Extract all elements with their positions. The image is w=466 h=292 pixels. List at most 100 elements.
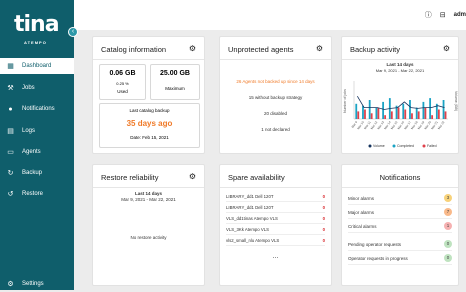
row-label: Pending operator requests bbox=[348, 241, 402, 247]
spare-row[interactable]: LIBRARY_dd1 Dell 120T 0 bbox=[226, 192, 325, 202]
gear-icon[interactable]: ⚙ bbox=[443, 44, 450, 53]
restore-icon: ↺ bbox=[7, 191, 14, 198]
unprotected-warning[interactable]: 26 Agents not backed up since 14 days bbox=[220, 79, 331, 84]
spare-row[interactable]: vls2_small_nlu Atempo VLS 0 bbox=[226, 236, 325, 246]
top-bar: ⓘ ⊟ adm bbox=[74, 0, 466, 30]
unprotected-agents-card: Unprotected agents ⚙ 26 Agents not backe… bbox=[219, 36, 332, 154]
last-backup-label: Last catalog backup bbox=[129, 108, 170, 113]
spare-count: 0 bbox=[322, 216, 325, 221]
legend-swatch bbox=[422, 144, 426, 148]
user-name[interactable]: adm bbox=[454, 12, 466, 18]
sidebar: tina ATEMPO ▦ Dashboard ⚒ Jobs ● Notific… bbox=[0, 0, 74, 290]
completed-bar bbox=[442, 100, 445, 119]
failed-bar bbox=[377, 107, 380, 119]
spare-name: LIBRARY_dd1 Dell 120T bbox=[226, 194, 274, 199]
gear-icon: ⚙ bbox=[7, 281, 14, 288]
failed-bar bbox=[397, 107, 400, 119]
gear-icon[interactable]: ⚙ bbox=[316, 44, 323, 53]
sidebar-item-notifications[interactable]: ● Notifications bbox=[0, 101, 74, 117]
days-ago: 35 days ago bbox=[126, 119, 173, 128]
failed-bar bbox=[417, 111, 420, 119]
backup-chart: Number of jobs Volume (GB)Mar 9Mar 10Mar … bbox=[343, 81, 458, 148]
spare-count: 0 bbox=[322, 238, 325, 243]
critical-alarms-row[interactable]: Critical alarms 1 bbox=[348, 220, 452, 233]
legend-label: Volume bbox=[373, 144, 385, 148]
card-title: Unprotected agents bbox=[228, 45, 294, 54]
critical-alarms-badge: 1 bbox=[444, 222, 452, 230]
failed-bar bbox=[444, 111, 447, 119]
sidebar-item-dashboard[interactable]: ▦ Dashboard bbox=[0, 58, 74, 74]
requests-in-progress-row[interactable]: Operator requests in progress 0 bbox=[348, 252, 452, 265]
sidebar-item-label: Agents bbox=[22, 149, 41, 155]
pending-requests-row[interactable]: Pending operator requests 0 bbox=[348, 238, 452, 251]
x-tick-label: Mar 22 bbox=[437, 120, 446, 130]
card-title: Catalog information bbox=[101, 45, 167, 54]
sidebar-item-agents[interactable]: ▭ Agents bbox=[0, 144, 74, 160]
divider bbox=[220, 59, 331, 60]
row-label: Minor alarms bbox=[348, 195, 375, 201]
sidebar-item-label: Restore bbox=[22, 191, 44, 197]
spare-row[interactable]: LIBRARY_dd1 Dell 120T 0 bbox=[226, 203, 325, 213]
completed-bar bbox=[409, 100, 411, 119]
failed-bar bbox=[384, 115, 387, 119]
last-backup-date: Date: Feb 15, 2021 bbox=[130, 135, 169, 140]
grid-icon: ▦ bbox=[7, 63, 14, 70]
logo-text: tina bbox=[14, 12, 60, 37]
spare-name: VLS_3Kk Atempo VLS bbox=[226, 227, 269, 232]
sidebar-item-label: Settings bbox=[22, 281, 44, 287]
chevron-left-icon: ‹ bbox=[71, 28, 75, 35]
card-title: Spare availability bbox=[228, 173, 285, 182]
failed-bar bbox=[431, 115, 434, 119]
completed-bar bbox=[422, 101, 425, 119]
logout-icon[interactable]: ⊟ bbox=[440, 11, 446, 19]
info-icon[interactable]: ⓘ bbox=[425, 10, 432, 20]
card-title: Notifications bbox=[379, 173, 421, 182]
major-alarms-row[interactable]: Major alarms 7 bbox=[348, 206, 452, 219]
tina-logo: tina ATEMPO bbox=[14, 14, 60, 54]
spare-name: LIBRARY_dd1 Dell 120T bbox=[226, 205, 274, 210]
sidebar-item-restore[interactable]: ↺ Restore bbox=[0, 186, 74, 202]
collapse-sidebar-button[interactable]: ‹ bbox=[68, 27, 78, 37]
failed-bar bbox=[357, 111, 360, 119]
without-strategy-link[interactable]: 15 without backup strategy bbox=[220, 95, 331, 100]
completed-bar bbox=[362, 105, 364, 119]
row-label: Operator requests in progress bbox=[348, 255, 408, 261]
failed-bar bbox=[411, 113, 413, 119]
period-label: Last 14 days bbox=[386, 62, 414, 67]
monitor-icon: ▭ bbox=[7, 149, 14, 156]
max-box: 25.00 GB Maximum bbox=[150, 64, 200, 100]
sidebar-item-jobs[interactable]: ⚒ Jobs bbox=[0, 80, 74, 96]
failed-bar bbox=[390, 111, 393, 119]
disabled-link[interactable]: 20 disabled bbox=[220, 111, 331, 116]
spare-row[interactable]: VLS_3Kk Atempo VLS 0 bbox=[226, 225, 325, 235]
y-axis-label-left: Number of jobs bbox=[343, 89, 347, 113]
bell-icon: ● bbox=[8, 105, 13, 113]
completed-bar bbox=[382, 101, 385, 119]
sidebar-item-label: Jobs bbox=[22, 85, 35, 91]
more-button[interactable]: ... bbox=[220, 253, 331, 260]
completed-bar bbox=[375, 107, 378, 119]
sidebar-item-logs[interactable]: ▤ Logs bbox=[0, 123, 74, 139]
failed-bar bbox=[404, 109, 407, 119]
sidebar-item-backup[interactable]: ↻ Backup bbox=[0, 165, 74, 181]
spare-row[interactable]: VLS_dd1tinas Atempo VLS 0 bbox=[226, 214, 325, 224]
minor-alarms-row[interactable]: Minor alarms 3 bbox=[348, 192, 452, 205]
y-axis-label-right: Volume (GB) bbox=[454, 91, 458, 111]
max-value: 25.00 GB bbox=[160, 70, 190, 77]
completed-bar bbox=[415, 107, 418, 119]
date-range: Mar 9, 2021 - Mar 22, 2021 bbox=[375, 68, 425, 73]
in-progress-badge: 0 bbox=[444, 254, 452, 262]
legend-label: Failed bbox=[427, 144, 437, 148]
major-alarms-badge: 7 bbox=[444, 208, 452, 216]
used-box: 0.06 GB 0.25 % Used bbox=[99, 64, 146, 100]
date-range: Mar 9, 2021 - Mar 22, 2021 bbox=[121, 197, 176, 202]
spare-count: 0 bbox=[322, 194, 325, 199]
row-label: Major alarms bbox=[348, 209, 375, 215]
card-title: Restore reliability bbox=[101, 173, 159, 182]
failed-bar bbox=[424, 107, 427, 119]
not-declared-link[interactable]: 1 not declared bbox=[220, 127, 331, 132]
gear-icon[interactable]: ⚙ bbox=[189, 44, 196, 53]
backup-icon: ↻ bbox=[7, 170, 14, 177]
catalog-card: Catalog information ⚙ 0.06 GB 0.25 % Use… bbox=[92, 36, 205, 154]
gear-icon[interactable]: ⚙ bbox=[189, 172, 196, 181]
